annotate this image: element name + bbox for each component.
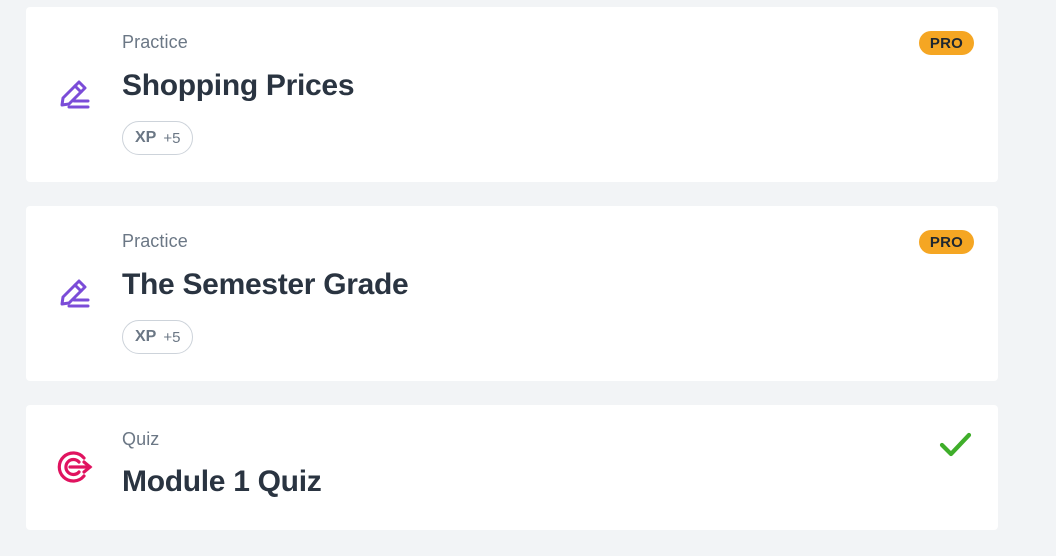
lesson-card-semester-grade[interactable]: Practice The Semester Grade XP +5 PRO <box>26 206 998 381</box>
lesson-title[interactable]: Module 1 Quiz <box>122 465 322 499</box>
xp-label: XP <box>135 328 157 345</box>
edit-pencil-icon <box>54 75 94 115</box>
edit-pencil-icon <box>54 274 94 314</box>
lesson-type-label: Practice <box>122 231 188 251</box>
pro-badge: PRO <box>918 31 974 55</box>
lesson-title[interactable]: Shopping Prices <box>122 69 355 103</box>
xp-label: XP <box>135 129 157 146</box>
lesson-card-module-1-quiz[interactable]: Quiz Module 1 Quiz <box>26 405 998 530</box>
xp-reward-pill: XP +5 <box>122 121 194 155</box>
pro-badge: PRO <box>918 230 974 254</box>
lesson-type-label: Quiz <box>122 429 160 449</box>
xp-value: +5 <box>163 328 181 346</box>
checkmark-icon <box>939 432 972 457</box>
xp-reward-pill: XP +5 <box>122 320 194 354</box>
lesson-type-label: Practice <box>122 32 188 52</box>
target-icon <box>54 447 94 487</box>
xp-value: +5 <box>163 129 181 147</box>
lesson-title[interactable]: The Semester Grade <box>122 268 409 302</box>
lesson-card-shopping-prices[interactable]: Practice Shopping Prices XP +5 PRO <box>26 7 998 182</box>
